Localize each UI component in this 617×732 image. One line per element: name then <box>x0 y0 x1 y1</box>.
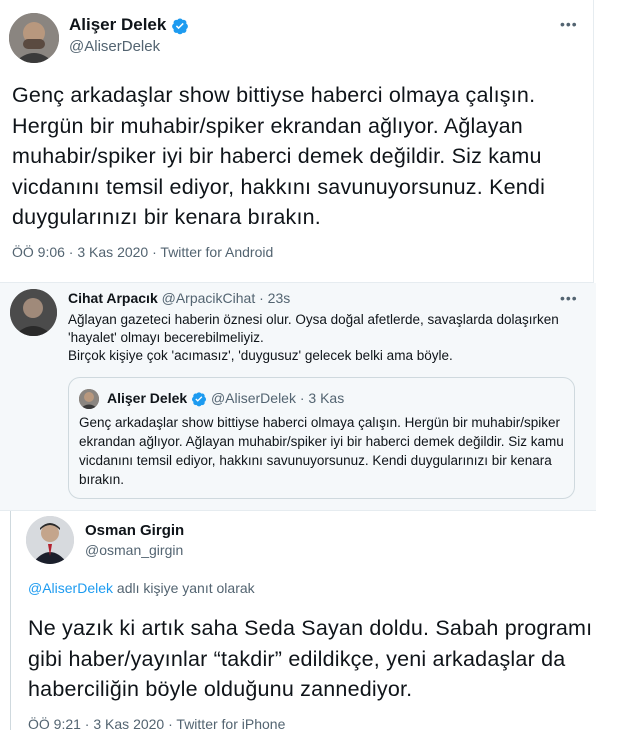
reply-context-text: adlı kişiye yanıt olarak <box>116 580 255 596</box>
author-name-text: Alişer Delek <box>69 15 167 34</box>
thread-divider <box>10 511 11 730</box>
tweet-reply: Osman Girgin @osman_girgin @AliserDelek … <box>0 511 617 732</box>
avatar <box>79 389 99 409</box>
verified-badge-icon <box>172 18 188 34</box>
reply-context: @AliserDelek adlı kişiye yanıt olarak <box>28 580 255 596</box>
more-dots-icon[interactable]: ••• <box>560 16 578 32</box>
tweet-time[interactable]: ÖÖ 9:06 <box>12 244 65 260</box>
quoted-tweet[interactable]: Alişer Delek @AliserDelek · 3 Kas Genç a… <box>68 377 575 499</box>
tweet-text: Ne yazık ki artık saha Seda Sayan doldu.… <box>28 616 593 701</box>
avatar[interactable] <box>9 13 59 63</box>
avatar[interactable] <box>26 516 74 564</box>
tweet-age[interactable]: 23s <box>268 290 291 306</box>
tweet-text: Genç arkadaşlar show bittiyse haberci ol… <box>12 83 546 229</box>
tweet-date[interactable]: 3 Kas 2020 <box>77 244 148 260</box>
author-handle[interactable]: @ArpacikCihat <box>162 290 256 306</box>
author-name[interactable]: Cihat Arpacık <box>68 290 158 306</box>
tweet-main: Alişer Delek @AliserDelek ••• Genç arkad… <box>0 0 594 283</box>
tweet-date: 3 Kas <box>308 390 345 406</box>
tweet-text: Ağlayan gazeteci haberin öznesi olur. Oy… <box>68 311 578 365</box>
tweet-text-line: Ağlayan gazeteci haberin öznesi olur. Oy… <box>68 312 559 345</box>
more-dots-icon[interactable]: ••• <box>560 290 578 306</box>
author-handle[interactable]: @osman_girgin <box>85 542 183 558</box>
tweet-header: Cihat Arpacık @ArpacikCihat · 23s <box>68 290 291 306</box>
tweet-meta: ÖÖ 9:06 · 3 Kas 2020 · Twitter for Andro… <box>12 244 274 260</box>
author-handle[interactable]: @AliserDelek <box>69 38 160 55</box>
author-name: Alişer Delek <box>107 390 188 406</box>
tweet-text-line: Birçok kişiye çok 'acımasız', 'duygusuz'… <box>68 348 453 363</box>
tweet-source[interactable]: Twitter for Android <box>160 244 273 260</box>
author-handle: @AliserDelek <box>210 390 296 406</box>
author-name[interactable]: Alişer Delek <box>69 15 189 35</box>
avatar[interactable] <box>10 289 57 336</box>
reply-mention-link[interactable]: @AliserDelek <box>28 580 113 596</box>
verified-badge-icon <box>192 392 207 407</box>
author-name[interactable]: Osman Girgin <box>85 522 184 539</box>
quoted-tweet-header: Alişer Delek @AliserDelek · 3 Kas <box>107 390 345 407</box>
tweet-quote-retweet: Cihat Arpacık @ArpacikCihat · 23s ••• Ağ… <box>0 283 596 511</box>
quoted-tweet-text: Genç arkadaşlar show bittiyse haberci ol… <box>79 415 564 487</box>
